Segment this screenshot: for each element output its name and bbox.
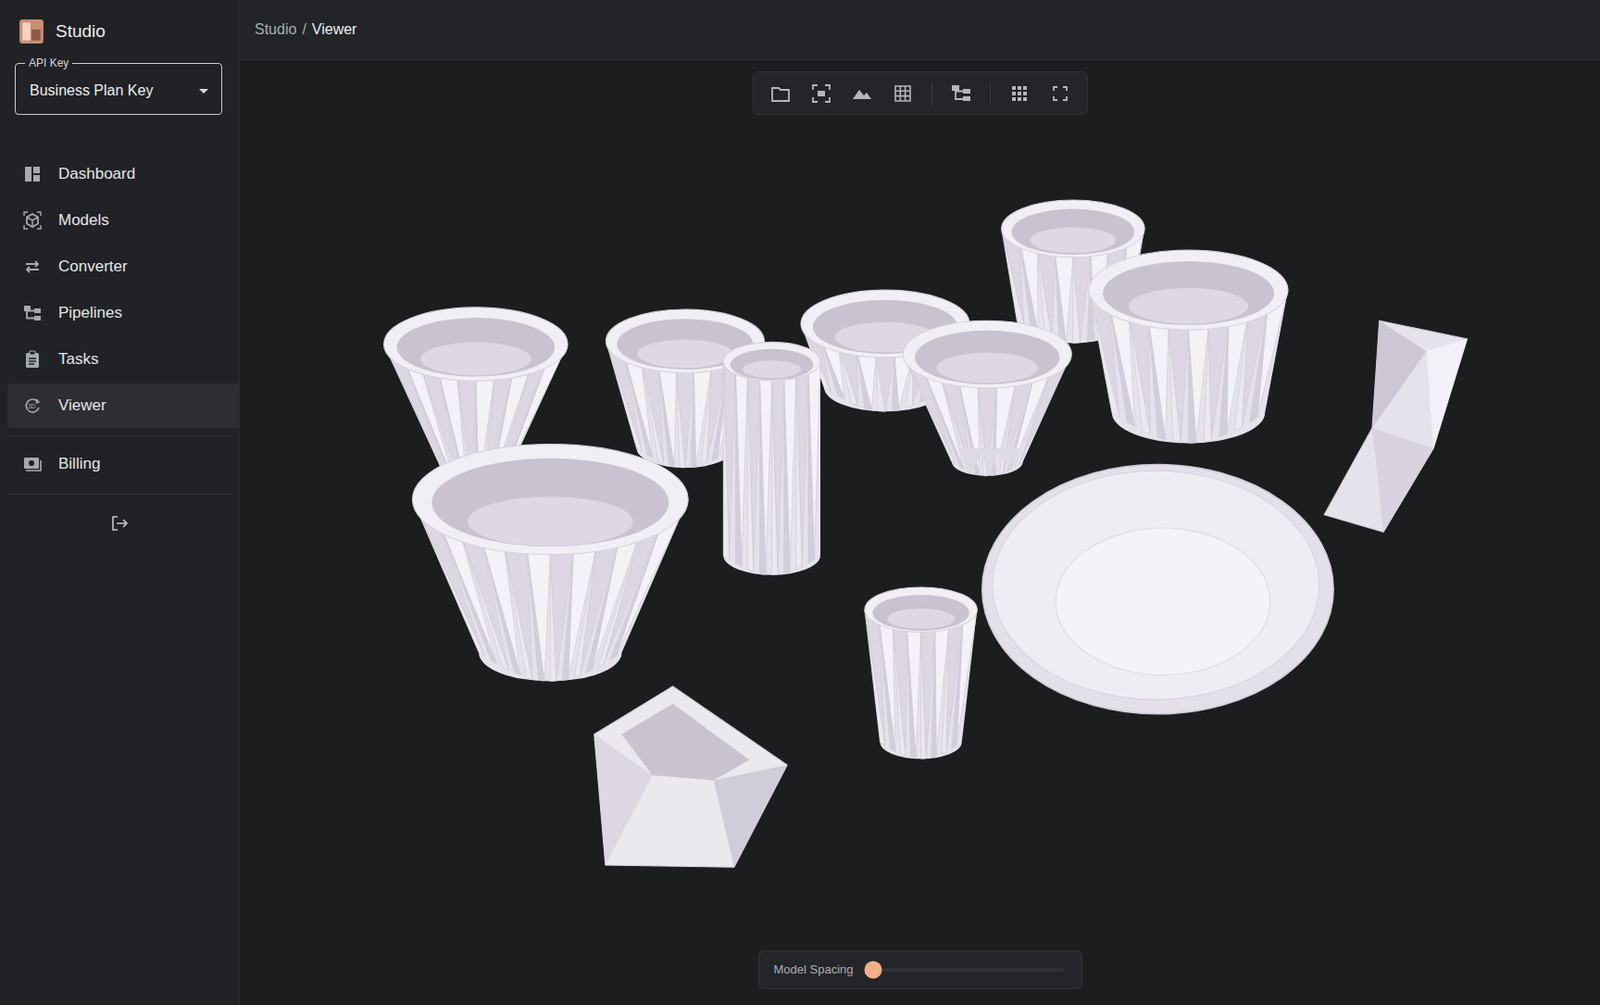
toolbar-divider (989, 81, 991, 106)
breadcrumb-item[interactable]: Studio (254, 18, 297, 41)
fullscreen-icon (1050, 83, 1071, 104)
model-figure[interactable] (412, 444, 688, 682)
sidebar-item-label: Converter (58, 254, 128, 279)
breadcrumb-item: Viewer (312, 18, 358, 41)
sidebar-item-label: Dashboard (58, 162, 136, 187)
logo-icon (18, 18, 45, 45)
sidebar-item[interactable]: Models (7, 198, 239, 243)
logout-icon (110, 513, 129, 533)
model-figure[interactable] (902, 320, 1072, 476)
hierarchy-icon (950, 83, 972, 104)
folder-icon (770, 83, 791, 104)
pipeline-icon (23, 303, 42, 323)
sidebar-divider (7, 493, 232, 495)
sidebar-item[interactable]: Dashboard (7, 151, 239, 197)
toolbar-button[interactable] (1048, 81, 1073, 106)
sidebar-item[interactable]: Pipelines (7, 290, 239, 336)
toolbar-button[interactable] (809, 81, 834, 106)
toolbar-button[interactable] (850, 81, 875, 106)
toolbar-divider (931, 81, 933, 106)
model-figure[interactable] (958, 448, 1020, 475)
api-key-label: API Key (25, 56, 73, 70)
grid-icon (892, 83, 913, 104)
model-figure[interactable] (864, 587, 977, 759)
model-figure[interactable] (982, 464, 1334, 714)
top-bar: Studio/ Viewer (239, 0, 1600, 61)
toolbar-button[interactable] (949, 81, 974, 106)
sidebar-item[interactable]: Converter (7, 244, 239, 289)
logout-button[interactable] (0, 500, 239, 547)
sidebar-item-label: Billing (58, 451, 100, 476)
main-column: Studio/ Viewer Model Spacing (239, 0, 1600, 1005)
api-key-value: Business Plan Key (29, 79, 153, 102)
slider-knob[interactable] (863, 961, 882, 979)
brand[interactable]: Studio (0, 0, 239, 63)
toolbar-button[interactable] (890, 81, 915, 106)
sidebar-item[interactable]: Billing (7, 441, 239, 487)
sidebar-item[interactable]: Tasks (7, 337, 239, 382)
slider-track[interactable] (864, 967, 1065, 972)
swap-icon (23, 257, 42, 276)
svg-text:3D: 3D (27, 402, 37, 410)
viewer-canvas[interactable]: Model Spacing (239, 60, 1600, 1005)
dashboard-icon (23, 164, 42, 184)
sidebar-item-label: Viewer (58, 393, 107, 418)
billing-icon (23, 454, 42, 474)
focus-icon (811, 83, 832, 104)
toolbar-button[interactable] (1007, 81, 1032, 106)
app-title: Studio (55, 18, 106, 46)
sidebar: StudioAPI KeyBusiness Plan KeyDashboardM… (0, 0, 240, 1005)
sidebar-nav: Dashboard Models Converter Pipelines Tasks 3D… (0, 151, 239, 430)
model-spacing-control: Model Spacing (758, 950, 1083, 989)
dots-grid-icon (1009, 83, 1030, 104)
sidebar-item[interactable]: 3D Viewer (7, 383, 239, 428)
model-spacing-label: Model Spacing (774, 960, 854, 979)
model-figure[interactable] (723, 341, 821, 575)
terrain-icon (851, 83, 873, 104)
model-figure[interactable] (1324, 320, 1467, 532)
model-scene[interactable] (239, 60, 1600, 1005)
sidebar-item-label: Tasks (58, 347, 99, 372)
rotate-3d-icon: 3D (23, 396, 42, 415)
viewer-toolbar (752, 71, 1088, 115)
model-figure[interactable] (594, 686, 788, 867)
cube-icon (23, 211, 42, 230)
caret-icon (199, 88, 209, 94)
model-figure[interactable] (1088, 250, 1288, 443)
api-key-select[interactable]: API KeyBusiness Plan Key (14, 62, 223, 115)
breadcrumb-separator: / (301, 18, 306, 41)
sidebar-item-label: Pipelines (58, 300, 123, 325)
toolbar-button[interactable] (768, 81, 793, 106)
sidebar-divider (7, 435, 232, 437)
sidebar-item-label: Models (58, 208, 110, 233)
clipboard-icon (23, 350, 42, 369)
